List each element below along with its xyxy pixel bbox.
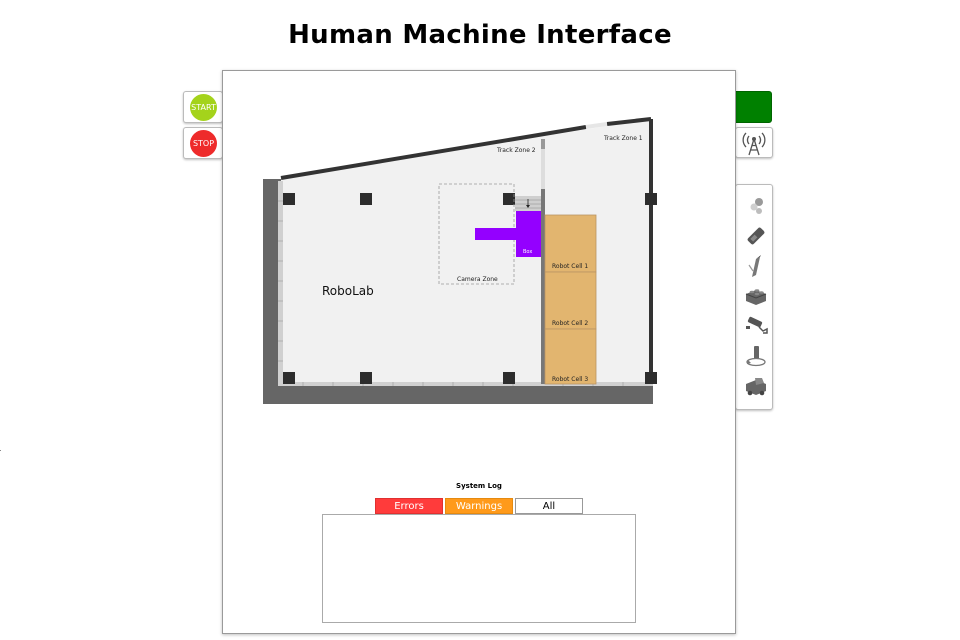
pillar: [360, 372, 372, 384]
partition-wall: [541, 189, 545, 384]
camera-zone-label: Camera Zone: [457, 276, 498, 283]
tab-warnings[interactable]: Warnings: [445, 498, 513, 514]
pillar: [360, 193, 372, 205]
box-label: Box: [523, 249, 533, 255]
stop-button[interactable]: STOP: [183, 127, 223, 159]
pillar: [503, 193, 515, 205]
track-zone-1-label: Track Zone 1: [604, 135, 643, 142]
security-camera-icon[interactable]: [743, 313, 769, 339]
start-indicator: START: [190, 94, 217, 121]
stop-indicator: STOP: [190, 130, 217, 157]
status-indicator: [733, 91, 772, 123]
lego-brick-icon[interactable]: [743, 283, 769, 309]
tool-palette: [735, 184, 773, 410]
pillar: [283, 372, 295, 384]
robot-balls-icon[interactable]: [743, 193, 769, 219]
robot-cell-3-label: Robot Cell 3: [552, 376, 589, 383]
pen-tool-icon[interactable]: [743, 253, 769, 279]
truck-icon[interactable]: [743, 374, 769, 400]
robot-cell-2-label: Robot Cell 2: [552, 320, 589, 327]
page-title: Human Machine Interface: [288, 20, 672, 50]
pillar: [645, 193, 657, 205]
rotating-device-icon[interactable]: [743, 343, 769, 369]
tab-all[interactable]: All: [515, 498, 583, 514]
tab-errors[interactable]: Errors: [375, 498, 443, 514]
main-panel: RoboLab Track Zone 1 Track Zone 2 Camera…: [222, 70, 736, 634]
outer-wall-bottom: [263, 384, 653, 404]
battery-icon[interactable]: [743, 223, 769, 249]
signal-tower-icon: [742, 132, 766, 156]
stray-pixel: [0, 450, 1, 451]
floor-plan-map: [263, 117, 657, 404]
system-log-title: System Log: [456, 482, 502, 490]
system-log-output: [322, 514, 636, 623]
start-button[interactable]: START: [183, 91, 223, 123]
robot-cell-1-label: Robot Cell 1: [552, 263, 589, 270]
lab-name-label: RoboLab: [322, 284, 374, 298]
pillar: [503, 372, 515, 384]
track-zone-2-label: Track Zone 2: [497, 147, 536, 154]
pillar: [283, 193, 295, 205]
robot-arm: [475, 228, 517, 240]
connection-button[interactable]: [735, 127, 773, 158]
pillar: [645, 372, 657, 384]
